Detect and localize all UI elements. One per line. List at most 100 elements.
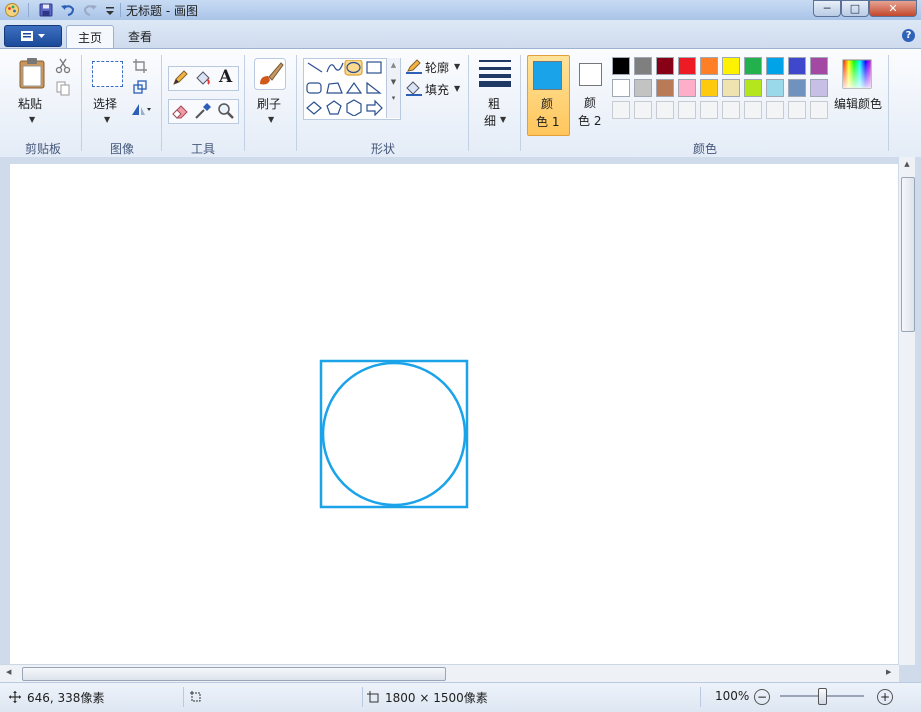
color2-label-line2: 色 2 xyxy=(578,114,602,128)
circle-shape[interactable] xyxy=(321,361,467,507)
group-divider xyxy=(161,55,162,151)
help-icon[interactable]: ? xyxy=(902,29,915,42)
line-size-icon[interactable] xyxy=(477,58,513,88)
fill-icon[interactable] xyxy=(405,80,423,96)
palette-swatch[interactable] xyxy=(744,79,762,97)
palette-custom-slot[interactable] xyxy=(634,101,652,119)
text-tool-icon[interactable]: A xyxy=(219,67,232,87)
palette-custom-slot[interactable] xyxy=(788,101,806,119)
paint-app-icon[interactable] xyxy=(4,2,20,18)
palette-custom-slot[interactable] xyxy=(678,101,696,119)
magnifier-icon[interactable] xyxy=(217,102,235,120)
zoom-out-button[interactable]: − xyxy=(754,689,770,705)
save-icon[interactable] xyxy=(38,2,54,18)
size-button[interactable]: 细 xyxy=(484,112,496,129)
color1-label-line1: 颜 xyxy=(541,97,554,111)
palette-custom-slot[interactable] xyxy=(700,101,718,119)
chevron-down-icon[interactable]: ▼ xyxy=(500,115,506,124)
paste-button[interactable]: 粘贴 xyxy=(18,95,42,112)
palette-swatch[interactable] xyxy=(634,79,652,97)
palette-swatch[interactable] xyxy=(656,79,674,97)
eraser-icon[interactable] xyxy=(171,102,189,120)
paint-menu-button[interactable] xyxy=(4,25,62,47)
edit-colors-icon[interactable] xyxy=(842,59,872,89)
chevron-down-icon[interactable]: ▼ xyxy=(104,115,110,124)
drawing-canvas[interactable] xyxy=(10,164,898,664)
color-picker-icon[interactable] xyxy=(194,102,212,120)
vertical-scrollbar[interactable]: ▲ xyxy=(899,157,915,665)
group-divider xyxy=(468,55,469,151)
palette-custom-slot[interactable] xyxy=(722,101,740,119)
ribbon: 粘贴 ▼ 剪贴板 选择 ▼ 图像 A 工具 刷子 ▼ ▲ ▼ ▾ 轮廓 ▼ 填充… xyxy=(0,48,921,158)
palette-swatch[interactable] xyxy=(700,57,718,75)
scroll-up-icon[interactable]: ▲ xyxy=(899,160,915,168)
palette-swatch[interactable] xyxy=(612,57,630,75)
chevron-down-icon[interactable]: ▼ xyxy=(268,115,274,124)
palette-custom-slot[interactable] xyxy=(810,101,828,119)
chevron-down-icon[interactable]: ▼ xyxy=(454,84,460,93)
brush-icon[interactable] xyxy=(254,58,286,90)
select-icon[interactable] xyxy=(92,61,123,87)
outline-icon[interactable] xyxy=(405,58,423,74)
crop-icon[interactable] xyxy=(132,58,148,74)
palette-custom-slot[interactable] xyxy=(744,101,762,119)
paste-icon[interactable] xyxy=(18,57,46,89)
outline-button[interactable]: 轮廓 xyxy=(425,59,449,76)
undo-icon[interactable] xyxy=(60,2,76,18)
maximize-button[interactable]: □ xyxy=(841,0,869,17)
zoom-slider-thumb[interactable] xyxy=(818,688,827,705)
palette-swatch[interactable] xyxy=(656,57,674,75)
shapes-group-label: 形状 xyxy=(370,142,395,156)
resize-icon[interactable] xyxy=(132,79,148,95)
palette-swatch[interactable] xyxy=(722,79,740,97)
color1-button[interactable]: 颜 色 1 xyxy=(527,55,570,136)
horizontal-scroll-thumb[interactable] xyxy=(22,667,446,681)
palette-swatch[interactable] xyxy=(744,57,762,75)
palette-swatch[interactable] xyxy=(634,57,652,75)
palette-custom-slot[interactable] xyxy=(656,101,674,119)
chevron-down-icon[interactable]: ▼ xyxy=(454,62,460,71)
palette-swatch[interactable] xyxy=(678,57,696,75)
select-button[interactable]: 选择 xyxy=(93,95,117,112)
horizontal-scrollbar[interactable]: ◀ ▶ xyxy=(0,664,899,682)
pencil-icon[interactable] xyxy=(171,69,189,87)
palette-swatch[interactable] xyxy=(788,79,806,97)
palette-swatch[interactable] xyxy=(612,79,630,97)
size-label-line1[interactable]: 粗 xyxy=(488,95,500,112)
palette-swatch[interactable] xyxy=(766,57,784,75)
color2-swatch xyxy=(579,63,602,86)
palette-swatch[interactable] xyxy=(678,79,696,97)
palette-custom-slot[interactable] xyxy=(612,101,630,119)
vertical-scroll-thumb[interactable] xyxy=(901,177,915,332)
title-bar: 无标题 - 画图 ─ □ ✕ xyxy=(0,0,921,21)
palette-swatch[interactable] xyxy=(810,79,828,97)
chevron-down-icon[interactable]: ▼ xyxy=(29,115,35,124)
edit-colors-button[interactable]: 编辑颜色 xyxy=(834,95,882,112)
fill-button[interactable]: 填充 xyxy=(425,81,449,98)
palette-custom-slot[interactable] xyxy=(766,101,784,119)
copy-icon[interactable] xyxy=(55,80,71,96)
zoom-in-button[interactable]: + xyxy=(877,689,893,705)
square-shape[interactable] xyxy=(319,359,469,509)
fill-bucket-icon[interactable] xyxy=(194,69,212,87)
cut-icon[interactable] xyxy=(55,58,71,74)
scroll-right-icon[interactable]: ▶ xyxy=(886,668,891,676)
palette-swatch[interactable] xyxy=(788,57,806,75)
palette-swatch[interactable] xyxy=(766,79,784,97)
rotate-icon[interactable] xyxy=(130,101,152,117)
palette-swatch[interactable] xyxy=(810,57,828,75)
minimize-button[interactable]: ─ xyxy=(813,0,841,17)
close-button[interactable]: ✕ xyxy=(869,0,917,17)
group-divider xyxy=(81,55,82,151)
color2-button[interactable]: 颜 色 2 xyxy=(572,55,612,134)
scroll-left-icon[interactable]: ◀ xyxy=(6,668,11,676)
customize-dropdown-icon[interactable] xyxy=(102,2,118,18)
palette-swatch[interactable] xyxy=(722,57,740,75)
selection-size-icon xyxy=(190,691,201,702)
redo-icon[interactable] xyxy=(82,2,98,18)
brushes-button[interactable]: 刷子 xyxy=(257,95,281,112)
tab-home[interactable]: 主页 xyxy=(66,25,114,48)
shapes-gallery-scroll[interactable]: ▲ ▼ ▾ xyxy=(386,58,400,118)
tab-view[interactable]: 查看 xyxy=(118,25,162,47)
palette-swatch[interactable] xyxy=(700,79,718,97)
